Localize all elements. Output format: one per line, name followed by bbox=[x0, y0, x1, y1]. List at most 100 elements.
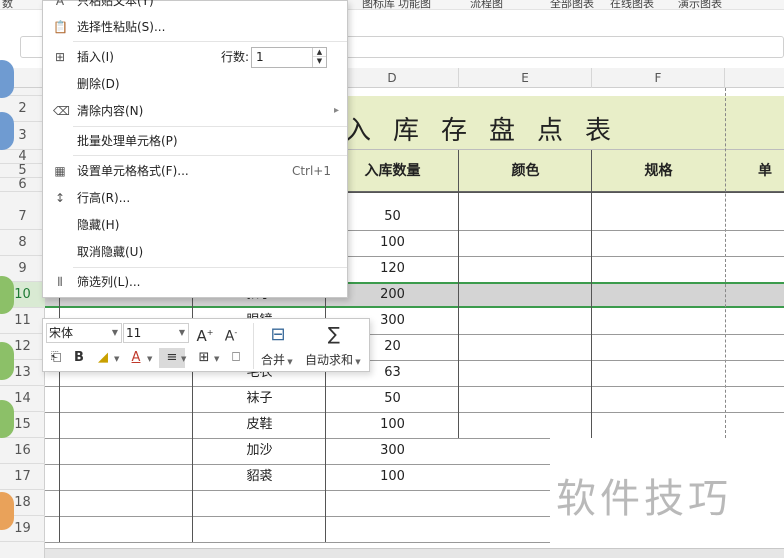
menu-item-format-cells[interactable]: ▦ 设置单元格格式(F)... Ctrl+1 bbox=[43, 158, 347, 184]
merge-cells-button[interactable]: 合并 ▼ bbox=[261, 351, 293, 368]
context-menu: A 只粘贴文本(Y) 📋 选择性粘贴(S)... ⊞ 插入(I) 行数: 1 ▲… bbox=[42, 0, 348, 298]
chevron-down-icon[interactable]: ▼ bbox=[214, 355, 219, 363]
chevron-down-icon[interactable]: ▼ bbox=[181, 355, 186, 363]
merge-cells-icon[interactable]: ⊟ bbox=[265, 323, 291, 347]
column-header-g[interactable] bbox=[725, 68, 784, 88]
column-header-f[interactable]: F bbox=[592, 68, 725, 88]
qty-cell[interactable]: 100 bbox=[326, 464, 459, 490]
row-header-16[interactable]: 16 bbox=[0, 438, 45, 464]
rows-count-value[interactable]: 1 bbox=[256, 48, 264, 67]
paste-special-icon: 📋 bbox=[53, 20, 68, 34]
merge-cells-label: 合并 bbox=[261, 353, 286, 367]
ribbon-item-all-charts[interactable]: 全部图表 bbox=[550, 0, 594, 9]
stepper-buttons: ▲ ▼ bbox=[312, 48, 326, 67]
font-family-value: 宋体 bbox=[49, 326, 74, 340]
increase-font-icon[interactable]: A+ bbox=[195, 323, 215, 345]
name-cell[interactable]: 加沙 bbox=[193, 438, 326, 464]
borders-icon[interactable]: ⊞ bbox=[195, 348, 213, 368]
chevron-down-icon[interactable]: ▼ bbox=[114, 355, 119, 363]
row-header-4[interactable]: 4 bbox=[0, 150, 45, 164]
sheet-title: 入库存盘点表 bbox=[345, 116, 634, 146]
paste-text-icon: A bbox=[55, 0, 65, 8]
side-decoration bbox=[0, 276, 14, 314]
menu-item-label: 插入(I) bbox=[77, 50, 114, 64]
menu-separator bbox=[73, 155, 347, 156]
side-decoration bbox=[0, 492, 14, 530]
fill-color-icon[interactable]: ◢ bbox=[93, 348, 113, 368]
menu-separator bbox=[73, 267, 347, 268]
font-size-value: 11 bbox=[126, 326, 142, 340]
clear-format-icon[interactable]: ⎕ bbox=[227, 348, 245, 368]
mini-format-toolbar: 宋体 ▼ 11 ▼ A+ A- ⎗ B ◢ ▼ A ▼ ≡ ▼ ⊞ ▼ ⎕ ⊟ … bbox=[42, 318, 370, 372]
grid-line bbox=[45, 542, 550, 543]
name-cell[interactable]: 皮鞋 bbox=[193, 412, 326, 438]
side-decoration bbox=[0, 112, 14, 150]
ribbon-item[interactable]: 数 bbox=[2, 0, 13, 9]
format-painter-icon[interactable]: ⎗ bbox=[47, 348, 65, 368]
qty-cell[interactable]: 300 bbox=[326, 438, 459, 464]
menu-separator bbox=[73, 41, 347, 42]
qty-cell[interactable]: 100 bbox=[326, 412, 459, 438]
insert-icon: ⊞ bbox=[54, 50, 66, 64]
header-unit[interactable]: 单 bbox=[725, 150, 784, 192]
menu-shortcut: Ctrl+1 bbox=[291, 164, 331, 178]
row-header-5[interactable]: 5 bbox=[0, 164, 45, 178]
row-height-icon: ↕ bbox=[54, 191, 66, 205]
menu-item-label: 取消隐藏(U) bbox=[77, 245, 144, 259]
side-decoration bbox=[0, 60, 14, 98]
grid-line bbox=[591, 150, 592, 438]
row-header-8[interactable]: 8 bbox=[0, 230, 45, 256]
autosum-label: 自动求和 bbox=[305, 353, 354, 367]
ribbon-item-flowchart[interactable]: 流程图 bbox=[470, 0, 503, 9]
submenu-arrow-icon: ▸ bbox=[333, 105, 339, 116]
ribbon-item-online-charts[interactable]: 在线图表 bbox=[610, 0, 654, 9]
menu-item-label: 批量处理单元格(P) bbox=[77, 134, 178, 148]
header-spec[interactable]: 规格 bbox=[592, 150, 725, 192]
row-header-column: 2 3 4 5 6 7 8 9 10 11 12 13 14 15 16 17 … bbox=[0, 88, 45, 558]
menu-item-label: 选择性粘贴(S)... bbox=[77, 20, 166, 34]
ribbon-item-icon-library[interactable]: 图标库 bbox=[362, 0, 395, 9]
stepper-up-icon[interactable]: ▲ bbox=[313, 48, 326, 57]
grid-line bbox=[45, 490, 550, 491]
decrease-font-icon[interactable]: A- bbox=[221, 323, 241, 345]
menu-item-unhide[interactable]: 取消隐藏(U) bbox=[43, 239, 347, 265]
menu-item-paste-text[interactable]: A 只粘贴文本(Y) bbox=[43, 0, 347, 14]
menu-item-hide[interactable]: 隐藏(H) bbox=[43, 212, 347, 238]
header-color[interactable]: 颜色 bbox=[459, 150, 592, 192]
autosum-button[interactable]: 自动求和 ▼ bbox=[305, 351, 361, 368]
ribbon-item-demo-charts[interactable]: 演示图表 bbox=[678, 0, 722, 9]
grid-line bbox=[45, 516, 550, 517]
eraser-icon: ⌫ bbox=[53, 104, 70, 118]
autosum-icon[interactable]: ∑ bbox=[321, 323, 347, 347]
row-header-6[interactable]: 6 bbox=[0, 178, 45, 192]
menu-item-label: 设置单元格格式(F)... bbox=[77, 164, 189, 178]
menu-separator bbox=[73, 126, 347, 127]
font-family-select[interactable]: 宋体 ▼ bbox=[46, 323, 122, 343]
chevron-down-icon[interactable]: ▼ bbox=[147, 355, 152, 363]
name-cell[interactable]: 袜子 bbox=[193, 386, 326, 412]
side-decoration bbox=[0, 342, 14, 380]
name-cell[interactable]: 貂裘 bbox=[193, 464, 326, 490]
row-header-7[interactable]: 7 bbox=[0, 204, 45, 230]
rows-count-label: 行数: bbox=[221, 50, 250, 64]
bold-icon[interactable]: B bbox=[71, 348, 87, 368]
menu-item-paste-special[interactable]: 📋 选择性粘贴(S)... bbox=[43, 14, 347, 40]
qty-cell[interactable]: 50 bbox=[326, 386, 459, 412]
toolbar-separator bbox=[253, 323, 254, 369]
menu-item-delete[interactable]: 删除(D) bbox=[43, 71, 347, 97]
font-size-select[interactable]: 11 ▼ bbox=[123, 323, 189, 343]
menu-item-insert[interactable]: ⊞ 插入(I) 行数: 1 ▲ ▼ bbox=[43, 44, 347, 70]
column-header-e[interactable]: E bbox=[459, 68, 592, 88]
menu-item-label: 行高(R)... bbox=[77, 191, 131, 205]
menu-item-batch-process[interactable]: 批量处理单元格(P) bbox=[43, 128, 347, 154]
stepper-down-icon[interactable]: ▼ bbox=[313, 57, 326, 66]
rows-count-stepper[interactable]: 1 ▲ ▼ bbox=[251, 47, 327, 68]
sheet-tabs-strip[interactable] bbox=[45, 548, 784, 558]
font-color-icon[interactable]: A bbox=[127, 348, 145, 368]
ribbon-item-function-chart[interactable]: 功能图 bbox=[398, 0, 431, 9]
menu-item-row-height[interactable]: ↕ 行高(R)... bbox=[43, 185, 347, 211]
row-header-17[interactable]: 17 bbox=[0, 464, 45, 490]
menu-item-filter-columns[interactable]: ⫴ 筛选列(L)... bbox=[43, 269, 347, 295]
menu-item-label: 只粘贴文本(Y) bbox=[77, 0, 154, 8]
menu-item-clear-contents[interactable]: ⌫ 清除内容(N) ▸ bbox=[43, 98, 347, 124]
